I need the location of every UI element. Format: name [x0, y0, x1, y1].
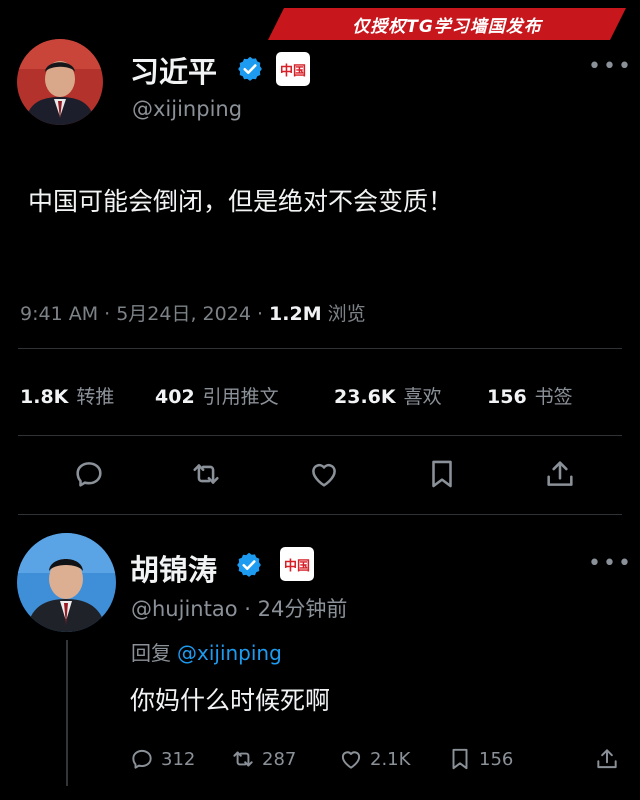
retweets-stat[interactable]: 1.8K 转推 — [20, 382, 114, 409]
reply-icon — [132, 749, 152, 769]
author-name[interactable]: 习近平 — [130, 49, 217, 91]
likes-stat[interactable]: 23.6K 喜欢 — [334, 382, 442, 409]
bookmark-icon — [452, 748, 468, 770]
divider — [18, 348, 622, 349]
reply-reply-button[interactable]: 312 — [129, 746, 195, 772]
retweet-icon[interactable] — [189, 457, 223, 491]
reply-like-button[interactable]: 2.1K — [338, 746, 410, 772]
reply-icon[interactable] — [72, 457, 106, 491]
retweets-label: 转推 — [76, 386, 115, 408]
likes-count: 23.6K — [334, 386, 396, 408]
views-label: 浏览 — [327, 303, 366, 325]
author-avatar[interactable] — [17, 39, 103, 125]
banner-text: 仅授权TG学习墙国发布 — [352, 16, 542, 37]
reply-bookmarks-count: 156 — [479, 748, 514, 770]
quotes-count: 402 — [155, 386, 195, 408]
reply-author-avatar[interactable] — [17, 533, 116, 632]
replying-to: 回复 @xijinping — [131, 637, 282, 666]
quotes-stat[interactable]: 402 引用推文 — [155, 382, 279, 409]
divider — [18, 514, 622, 515]
tweet-text: 中国可能会倒闭，但是绝对不会变质！ — [28, 187, 454, 216]
reply-replies-count: 312 — [161, 748, 196, 770]
views-count: 1.2M — [269, 303, 322, 325]
top-banner: 仅授权TG学习墙国发布 — [268, 8, 626, 40]
more-options-icon[interactable]: ••• — [588, 54, 633, 79]
share-icon[interactable] — [543, 457, 577, 491]
verified-badge-icon — [236, 55, 264, 83]
like-icon — [341, 751, 361, 769]
tweet-timestamp[interactable]: 9:41 AM · 5月24日, 2024 · — [20, 303, 263, 325]
country-badge: 中国 — [280, 547, 314, 581]
like-icon[interactable] — [307, 457, 341, 491]
retweets-count: 1.8K — [20, 386, 69, 408]
tweet-meta: 9:41 AM · 5月24日, 2024 · 1.2M 浏览 — [20, 299, 366, 326]
bookmarks-label: 书签 — [534, 386, 573, 408]
verified-badge-icon — [235, 551, 263, 579]
quotes-label: 引用推文 — [202, 386, 279, 408]
country-badge: 中国 — [276, 52, 310, 86]
country-badge-label: 中国 — [283, 558, 310, 574]
more-options-icon[interactable]: ••• — [588, 551, 633, 576]
reply-time[interactable]: · 24分钟前 — [244, 597, 347, 621]
bookmarks-stat[interactable]: 156 书签 — [487, 382, 573, 409]
likes-label: 喜欢 — [403, 386, 442, 408]
reply-share-button[interactable] — [594, 746, 626, 772]
author-handle[interactable]: @xijinping — [132, 97, 242, 121]
country-badge-label: 中国 — [279, 63, 306, 79]
reply-bookmark-button[interactable]: 156 — [447, 746, 513, 772]
reply-text: 你妈什么时候死啊 — [130, 686, 331, 715]
reply-retweet-button[interactable]: 287 — [230, 746, 296, 772]
replying-to-prefix: 回复 — [131, 641, 171, 665]
replying-to-mention[interactable]: @xijinping — [177, 641, 282, 665]
retweet-icon — [233, 751, 253, 767]
reply-likes-count: 2.1K — [370, 748, 411, 770]
divider — [18, 435, 622, 436]
reply-retweets-count: 287 — [262, 748, 297, 770]
bookmark-icon[interactable] — [425, 457, 459, 491]
reply-author-handle[interactable]: @hujintao — [131, 597, 238, 621]
reply-author-meta: @hujintao · 24分钟前 — [131, 593, 347, 623]
bookmarks-count: 156 — [487, 386, 527, 408]
share-icon — [597, 749, 617, 769]
reply-author-name[interactable]: 胡锦涛 — [130, 547, 217, 589]
thread-line — [66, 640, 68, 786]
